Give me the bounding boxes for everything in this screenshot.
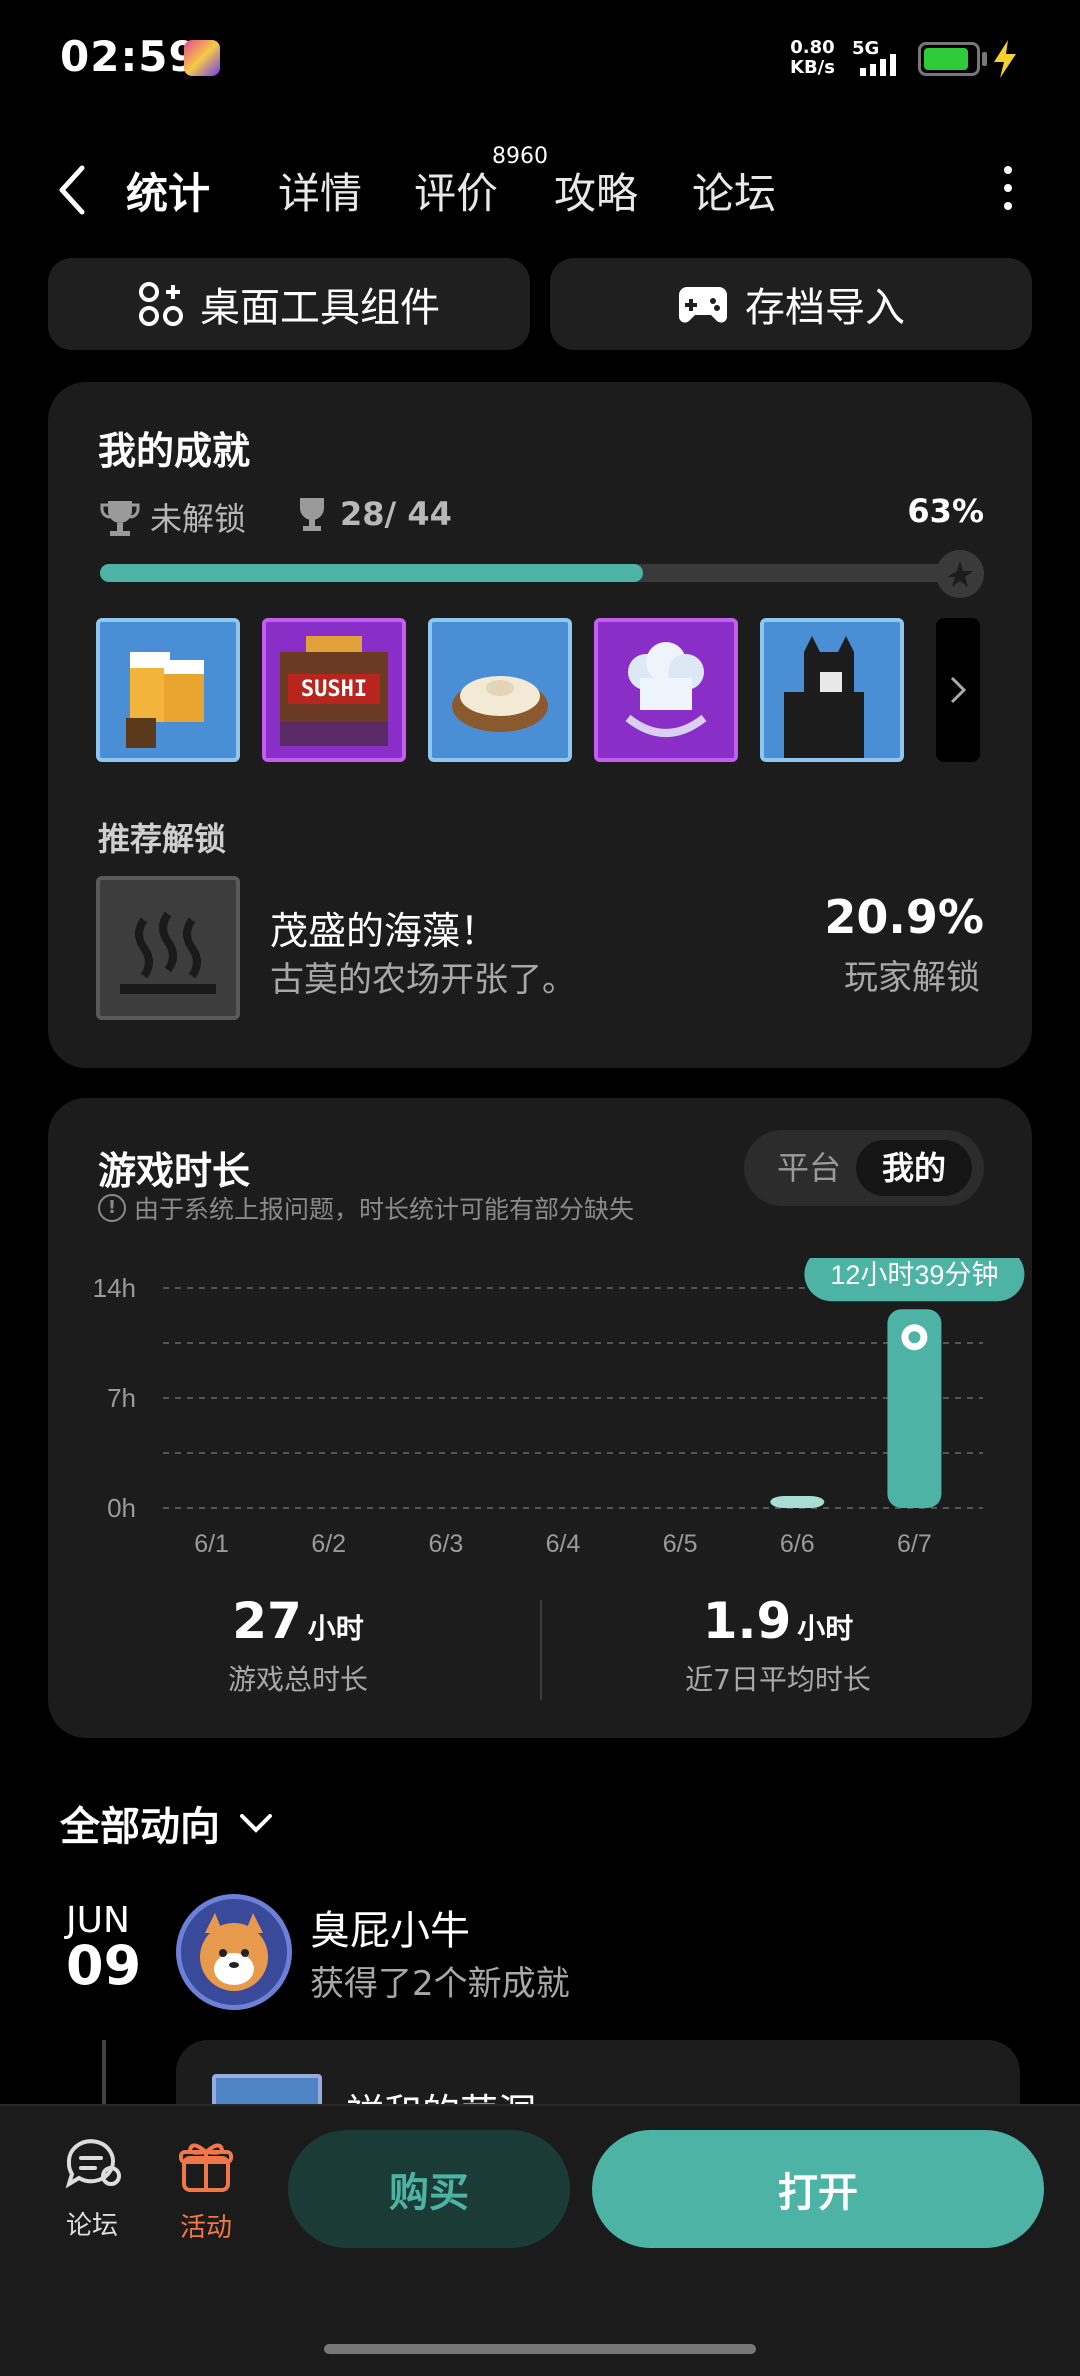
playtime-note: ! 由于系统上报问题，时长统计可能有部分缺失: [98, 1190, 634, 1226]
feed-filter[interactable]: 全部动向: [60, 1794, 278, 1852]
status-time: 02:59: [60, 32, 199, 81]
net-speed-value: 0.80: [790, 37, 835, 58]
battery-cap: [982, 52, 987, 66]
open-button[interactable]: 打开: [592, 2130, 1044, 2248]
achievement-progress-bar: [100, 564, 962, 582]
forum-nav-item[interactable]: 论坛: [42, 2138, 142, 2242]
avatar[interactable]: [176, 1894, 292, 2010]
tab-forum[interactable]: 论坛: [692, 160, 776, 221]
achievement-percent: 63%: [907, 492, 984, 530]
achievement-progress-fill: [100, 564, 644, 582]
beer-achievement-icon[interactable]: [96, 618, 240, 762]
platform-toggle: 平台 我的: [744, 1130, 984, 1206]
star-badge-icon: [936, 550, 984, 598]
recommend-achievement-desc: 古莫的农场开张了。: [270, 960, 576, 1000]
avg-playtime: 1.9 小时 近7日平均时长: [648, 1592, 908, 1698]
net-speed: 0.80 KB/s: [790, 38, 835, 78]
tab-reviews[interactable]: 评价: [414, 160, 498, 221]
info-icon: !: [98, 1194, 126, 1222]
tab-guides[interactable]: 攻略: [554, 160, 638, 221]
feed-filter-label: 全部动向: [60, 1804, 220, 1850]
cat-achievement-icon[interactable]: [760, 618, 904, 762]
feed-day: 09: [66, 1934, 142, 1997]
chart-x-tick: 6/2: [311, 1530, 346, 1558]
total-playtime-value: 27: [232, 1592, 302, 1650]
locked-achievements[interactable]: 未解锁: [98, 494, 246, 540]
status-bar: 02:59 0.80 KB/s 5G: [0, 0, 1080, 120]
forum-nav-label: 论坛: [65, 2211, 118, 2241]
sushi-achievement-icon[interactable]: SUSHI: [262, 618, 406, 762]
locked-label: 未解锁: [150, 500, 247, 538]
playtime-note-text: 由于系统上报问题，时长统计可能有部分缺失: [134, 1195, 635, 1224]
total-playtime: 27 小时 游戏总时长: [168, 1592, 428, 1698]
playtime-chart: 0h 7h 14h 6/1 6/2 6/3 6/4 6/5 6/6 6/7 12小时39分钟: [93, 1258, 1025, 1558]
total-playtime-unit: 小时: [307, 1612, 364, 1645]
chart-y-tick: 14h: [93, 1273, 136, 1303]
dumpling-achievement-icon[interactable]: [428, 618, 572, 762]
tab-stats[interactable]: 统计: [126, 160, 210, 221]
avg-playtime-value: 1.9: [702, 1592, 792, 1650]
home-indicator[interactable]: [324, 2344, 756, 2354]
chart-y-tick: 0h: [107, 1493, 136, 1523]
chart-x-tick: 6/3: [428, 1530, 463, 1558]
chart-tooltip-text: 12小时39分钟: [830, 1260, 998, 1290]
toggle-mine[interactable]: 我的: [856, 1140, 972, 1196]
net-speed-unit: KB/s: [790, 57, 835, 78]
tab-details[interactable]: 详情: [278, 160, 362, 221]
achievements-card: 我的成就 未解锁 28/ 44 63% SUSHI 推荐解锁 茂盛的海藻！ 古莫…: [48, 382, 1032, 1068]
chart-x-tick: 6/1: [194, 1530, 229, 1558]
save-import-label: 存档导入: [745, 285, 905, 331]
more-icon[interactable]: [998, 166, 1018, 216]
steam-locked-achievement-icon[interactable]: [96, 876, 240, 1020]
chart-x-tick: 6/4: [546, 1530, 581, 1558]
activity-nav-item[interactable]: 活动: [156, 2138, 256, 2244]
top-nav: 统计 详情 评价 8960 攻略 论坛: [0, 140, 1080, 240]
chat-icon: [65, 2139, 121, 2189]
desktop-widget-label: 桌面工具组件: [200, 285, 440, 331]
battery-icon: [918, 42, 980, 76]
back-icon[interactable]: [52, 160, 92, 220]
chevron-right-icon: [950, 676, 967, 704]
feed-action: 获得了2个新成就: [310, 1964, 570, 2004]
chevron-down-icon: [240, 1814, 272, 1833]
achievement-count-text: 28/ 44: [340, 495, 452, 533]
chart-x-tick: 6/5: [663, 1530, 698, 1558]
playtime-title: 游戏时长: [98, 1149, 251, 1193]
feed-username[interactable]: 臭屁小牛: [310, 1898, 470, 1956]
chart-y-tick: 7h: [107, 1383, 136, 1413]
app-notification-icon: [184, 40, 220, 76]
chef-hat-achievement-icon[interactable]: [594, 618, 738, 762]
total-playtime-label: 游戏总时长: [227, 1663, 368, 1696]
chart-x-tick: 6/7: [897, 1530, 932, 1558]
toggle-platform[interactable]: 平台: [764, 1140, 854, 1196]
achievement-count: 28/ 44: [294, 494, 452, 534]
more-achievements-button[interactable]: [936, 618, 980, 762]
signal-icon: [860, 54, 896, 76]
chart-x-tick: 6/6: [780, 1530, 815, 1558]
trophy-icon: [100, 501, 140, 536]
svg-text:SUSHI: SUSHI: [301, 677, 367, 702]
gift-icon: [179, 2143, 233, 2192]
chart-bar-6/6[interactable]: [770, 1496, 825, 1508]
playtime-card: 游戏时长 平台 我的 ! 由于系统上报问题，时长统计可能有部分缺失 0h 7h 14…: [48, 1098, 1032, 1738]
recommend-label: 推荐解锁: [98, 820, 227, 858]
bottom-bar: 论坛 活动 购买 打开: [0, 2104, 1080, 2376]
achievements-title: 我的成就: [98, 429, 251, 473]
recommend-unlock-percent: 20.9%: [824, 890, 984, 944]
chart-selected-point-core: [908, 1331, 921, 1344]
avg-playtime-unit: 小时: [797, 1612, 854, 1645]
recommend-achievement-name: 茂盛的海藻！: [270, 909, 499, 953]
gamepad-icon: [679, 287, 727, 323]
save-import-button[interactable]: 存档导入: [550, 258, 1032, 350]
charging-icon: [994, 40, 1016, 78]
widget-icon: [139, 282, 183, 326]
stat-divider: [540, 1600, 542, 1700]
recommend-unlock-label: 玩家解锁: [844, 958, 980, 998]
desktop-widget-button[interactable]: 桌面工具组件: [48, 258, 530, 350]
avg-playtime-label: 近7日平均时长: [685, 1663, 871, 1696]
cup-icon: [300, 498, 324, 531]
activity-nav-label: 活动: [179, 2213, 232, 2243]
buy-button[interactable]: 购买: [288, 2130, 570, 2248]
review-count-badge: 8960: [492, 144, 548, 169]
